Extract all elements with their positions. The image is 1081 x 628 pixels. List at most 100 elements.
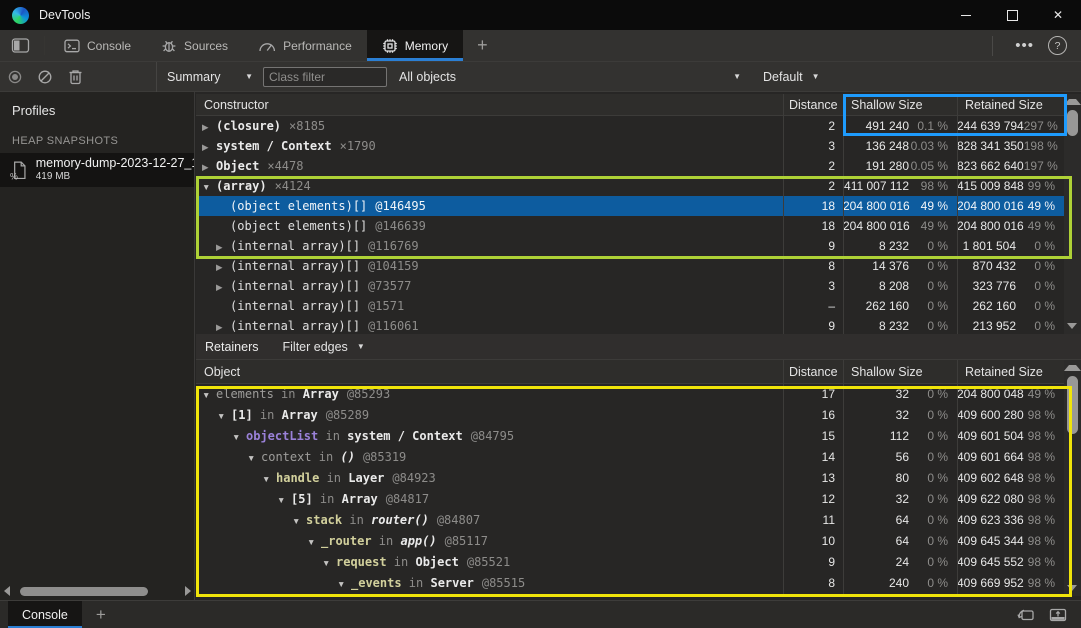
summary-table-header: Constructor Distance Shallow Size Retain… bbox=[196, 94, 1081, 116]
expand-arrow[interactable]: ▼ bbox=[322, 553, 336, 572]
expand-arrow[interactable]: ▼ bbox=[307, 532, 321, 551]
table-row[interactable]: ▼handle in Layer@8492313800 %409 602 648… bbox=[196, 468, 1064, 489]
size-percent: 0 % bbox=[1016, 276, 1060, 296]
table-row[interactable]: ▶Object×44782191 2800.05 %823 662 640197… bbox=[196, 156, 1064, 176]
column-distance[interactable]: Distance bbox=[789, 360, 838, 384]
retained-size-cell: 870 4320 % bbox=[957, 256, 1060, 276]
in-keyword: in bbox=[402, 576, 431, 590]
class-filter-input[interactable] bbox=[263, 67, 387, 87]
expand-arrow[interactable]: ▼ bbox=[277, 490, 291, 509]
expand-arrow[interactable]: ▶ bbox=[216, 317, 230, 334]
table-row[interactable]: ▼elements in Array@8529317320 %204 800 0… bbox=[196, 384, 1064, 405]
retainers-scrollbar[interactable] bbox=[1064, 360, 1081, 596]
scroll-left-arrow[interactable] bbox=[4, 586, 10, 596]
expand-arrow[interactable]: ▼ bbox=[292, 511, 306, 530]
scroll-up-arrow[interactable] bbox=[1064, 365, 1081, 371]
maximize-button[interactable] bbox=[989, 0, 1035, 30]
scroll-up-arrow[interactable] bbox=[1064, 99, 1081, 105]
table-row[interactable]: ▶(closure)×81852491 2400.1 %244 639 7942… bbox=[196, 116, 1064, 136]
expand-arrow[interactable]: ▶ bbox=[216, 277, 230, 296]
expand-arrow[interactable]: ▼ bbox=[217, 406, 231, 425]
scrollbar-thumb[interactable] bbox=[20, 587, 148, 596]
tab-sources[interactable]: Sources bbox=[146, 30, 243, 61]
toggle-panel-button[interactable] bbox=[0, 30, 40, 61]
column-retained-size[interactable]: Retained Size bbox=[965, 94, 1043, 116]
expand-arrow[interactable]: ▼ bbox=[337, 574, 351, 593]
expand-arrow[interactable]: ▶ bbox=[216, 257, 230, 276]
dock-panel-icon[interactable] bbox=[1049, 608, 1067, 622]
profile-select[interactable]: Default ▼ bbox=[763, 70, 820, 84]
column-shallow-size[interactable]: Shallow Size bbox=[851, 94, 923, 116]
expand-arrow[interactable]: ▼ bbox=[352, 595, 366, 596]
expand-arrow[interactable]: ▼ bbox=[247, 448, 261, 467]
size-value: 409 645 344 bbox=[957, 531, 1024, 552]
column-retained-size[interactable]: Retained Size bbox=[965, 360, 1043, 384]
table-row[interactable]: ▼[5] in Array@8481712320 %409 622 08098 … bbox=[196, 489, 1064, 510]
constructor-name: (array) bbox=[216, 179, 267, 193]
record-button[interactable] bbox=[0, 64, 30, 90]
table-row[interactable]: ▼context in ()@8531914560 %409 601 66498… bbox=[196, 447, 1064, 468]
size-percent: 0 % bbox=[909, 531, 953, 552]
summary-table-scrollbar[interactable] bbox=[1064, 94, 1081, 334]
expand-arrow[interactable]: ▼ bbox=[202, 385, 216, 404]
column-distance[interactable]: Distance bbox=[789, 94, 838, 116]
distance-cell: 8 bbox=[783, 573, 835, 593]
table-row[interactable]: ▶(internal array)[]@11676998 2320 %1 801… bbox=[196, 236, 1064, 256]
expand-arrow[interactable]: ▶ bbox=[202, 117, 216, 136]
help-button[interactable]: ? bbox=[1048, 36, 1067, 55]
delete-snapshots-button[interactable] bbox=[60, 64, 90, 90]
scrollbar-thumb[interactable] bbox=[1067, 376, 1078, 434]
tab-performance[interactable]: Performance bbox=[243, 30, 367, 61]
expand-arrow[interactable]: ▶ bbox=[202, 157, 216, 176]
scroll-right-arrow[interactable] bbox=[185, 586, 191, 596]
expand-arrow[interactable]: ▼ bbox=[262, 469, 276, 488]
objects-filter-select[interactable]: All objects ▼ bbox=[399, 70, 741, 84]
table-row[interactable]: (object elements)[]@14649518204 800 0164… bbox=[196, 196, 1064, 216]
column-shallow-size[interactable]: Shallow Size bbox=[851, 360, 923, 384]
table-row[interactable]: (internal array)[]@1571–262 1600 %262 16… bbox=[196, 296, 1064, 316]
table-row[interactable]: ▶(internal array)[]@7357738 2080 %323 77… bbox=[196, 276, 1064, 296]
class-name: () bbox=[340, 450, 354, 464]
clear-button[interactable] bbox=[30, 64, 60, 90]
table-row[interactable]: ▼objectList in system / Context@84795151… bbox=[196, 426, 1064, 447]
expand-arrow[interactable]: ▶ bbox=[216, 237, 230, 256]
minimize-button[interactable] bbox=[943, 0, 989, 30]
class-name: Array bbox=[282, 408, 318, 422]
size-value: 204 800 016 bbox=[843, 196, 910, 216]
size-percent: 0 % bbox=[909, 426, 953, 447]
more-options-button[interactable]: ••• bbox=[1005, 37, 1044, 54]
table-row[interactable]: ▶(internal array)[]@11606198 2320 %213 9… bbox=[196, 316, 1064, 334]
expand-arrow[interactable]: ▼ bbox=[202, 177, 216, 196]
sidebar-horizontal-scrollbar[interactable] bbox=[0, 584, 195, 598]
device-rotate-icon[interactable] bbox=[1016, 607, 1035, 622]
table-row[interactable]: (object elements)[]@14663918204 800 0164… bbox=[196, 216, 1064, 236]
perspective-select[interactable]: Summary ▼ bbox=[167, 70, 253, 84]
expand-arrow[interactable]: ▶ bbox=[202, 137, 216, 156]
add-drawer-tab-button[interactable]: + bbox=[82, 605, 120, 625]
close-button[interactable]: ✕ bbox=[1035, 0, 1081, 30]
snapshot-item[interactable]: % memory-dump-2023-12-27_10 419 MB bbox=[0, 153, 194, 187]
shallow-size-cell: 240 % bbox=[843, 552, 953, 572]
tab-memory[interactable]: Memory bbox=[367, 30, 463, 61]
column-object[interactable]: Object bbox=[204, 360, 240, 384]
table-row[interactable]: ▶(internal array)[]@104159814 3760 %870 … bbox=[196, 256, 1064, 276]
table-row[interactable]: ▼_events in Server@8551582400 %409 669 9… bbox=[196, 573, 1064, 594]
tab-console[interactable]: Console bbox=[49, 30, 146, 61]
table-row[interactable]: ▼[1] in Array@8528916320 %409 600 28098 … bbox=[196, 405, 1064, 426]
object-cell: ▼[5] in Array@84817 bbox=[196, 489, 864, 509]
column-constructor[interactable]: Constructor bbox=[204, 94, 269, 116]
table-row[interactable]: ▼stack in router()@8480711640 %409 623 3… bbox=[196, 510, 1064, 531]
filter-edges-select[interactable]: Filter edges ▼ bbox=[283, 340, 365, 354]
scroll-down-arrow[interactable] bbox=[1067, 585, 1077, 591]
shallow-size-cell: 1120 % bbox=[843, 426, 953, 446]
scrollbar-thumb[interactable] bbox=[1067, 110, 1078, 136]
table-row[interactable]: ▼_router in app()@8511710640 %409 645 34… bbox=[196, 531, 1064, 552]
table-row[interactable]: ▼context in bound connectionListener()@8… bbox=[196, 594, 1064, 596]
table-row[interactable]: ▼request in Object@855219240 %409 645 55… bbox=[196, 552, 1064, 573]
table-row[interactable]: ▶system / Context×17903136 2480.03 %828 … bbox=[196, 136, 1064, 156]
scroll-down-arrow[interactable] bbox=[1067, 323, 1077, 329]
table-row[interactable]: ▼(array)×41242411 007 11298 %415 009 848… bbox=[196, 176, 1064, 196]
drawer-tab-console[interactable]: Console bbox=[8, 601, 82, 628]
expand-arrow[interactable]: ▼ bbox=[232, 427, 246, 446]
add-panel-button[interactable]: + bbox=[463, 30, 502, 61]
